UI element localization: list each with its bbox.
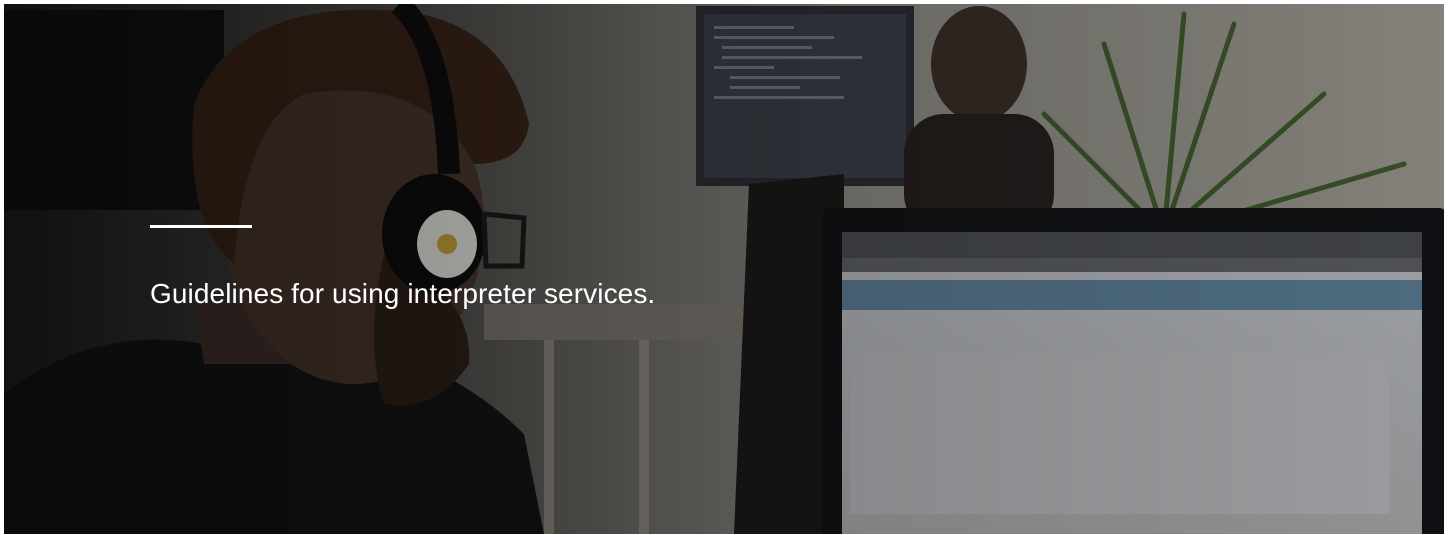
hero-heading: Guidelines for using interpreter service… [150,278,656,309]
hero-banner: Guidelines for using interpreter service… [4,4,1444,534]
heading-accent-rule [150,225,252,228]
dark-overlay [4,4,1444,534]
